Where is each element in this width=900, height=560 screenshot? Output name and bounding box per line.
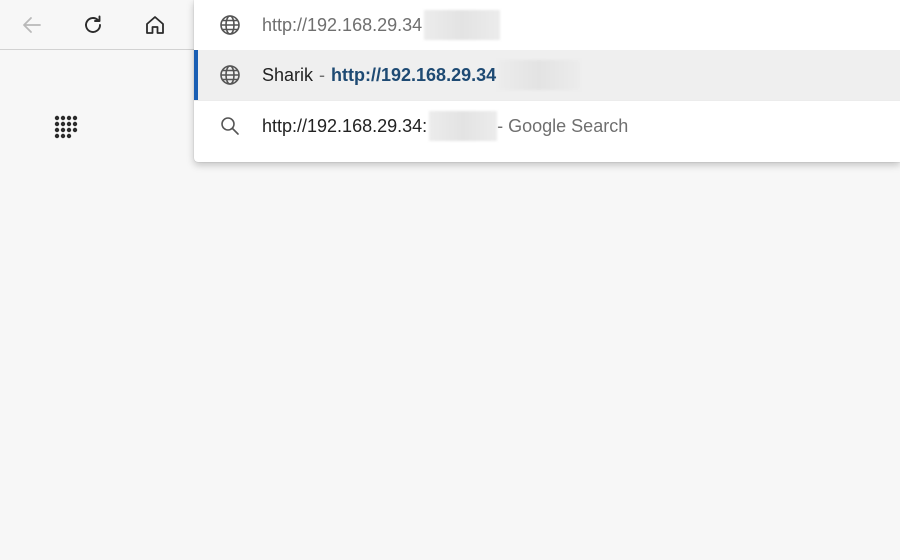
reload-icon xyxy=(85,15,101,33)
address-bar[interactable]: http://192.168.29.34 xyxy=(194,0,900,50)
redacted-area xyxy=(429,111,498,141)
omnibox-dropdown: http://192.168.29.34 Sharik - http://192… xyxy=(194,0,900,162)
reload-button[interactable] xyxy=(75,7,111,43)
grid-icon xyxy=(54,115,78,139)
globe-icon xyxy=(218,63,242,87)
suggestion-suffix: - Google Search xyxy=(497,115,629,136)
back-button[interactable] xyxy=(14,7,50,43)
suggestion-separator: - xyxy=(319,64,326,85)
search-icon xyxy=(218,114,242,138)
apps-launcher-button[interactable] xyxy=(48,110,84,146)
suggestion-title: Sharik xyxy=(262,64,314,85)
redacted-area xyxy=(424,10,501,40)
redacted-area xyxy=(498,60,581,90)
globe-icon xyxy=(218,13,242,37)
selection-indicator xyxy=(194,50,198,100)
suggestion-item[interactable]: Sharik - http://192.168.29.34 xyxy=(194,50,900,100)
arrow-left-icon xyxy=(23,17,41,33)
suggestion-url: http://192.168.29.34 xyxy=(331,64,497,85)
home-button[interactable] xyxy=(137,7,173,43)
address-text[interactable]: http://192.168.29.34 xyxy=(262,15,422,36)
suggestion-query: http://192.168.29.34: xyxy=(262,115,428,136)
home-icon xyxy=(146,16,164,34)
suggestion-item[interactable]: http://192.168.29.34: - Google Search xyxy=(194,101,900,151)
